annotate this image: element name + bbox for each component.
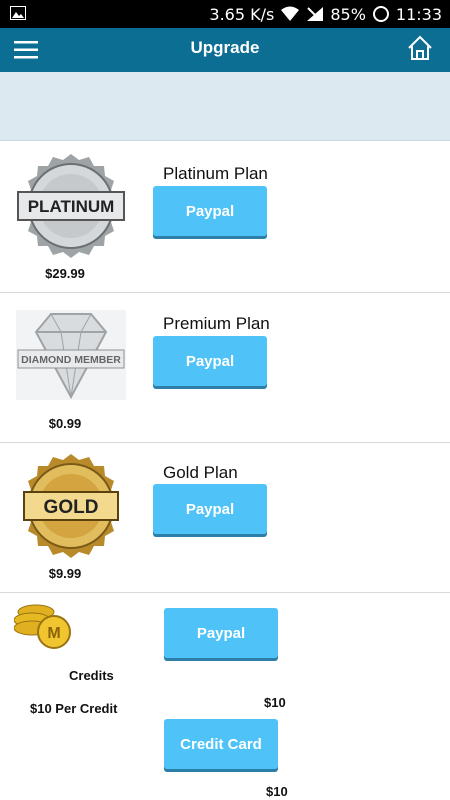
plan-price: $9.99 bbox=[48, 566, 82, 581]
signal-icon bbox=[307, 7, 324, 21]
badge-text: GOLD bbox=[44, 497, 99, 518]
image-notification-icon bbox=[10, 6, 26, 20]
network-speed: 3.65 K/s bbox=[209, 4, 275, 24]
plan-name: Platinum Plan bbox=[163, 164, 268, 183]
paypal-button[interactable]: Paypal bbox=[153, 484, 267, 534]
paypal-button[interactable]: Paypal bbox=[153, 336, 267, 386]
status-bar: 3.65 K/s 85% 11:33 bbox=[0, 0, 450, 28]
plan-price: $29.99 bbox=[45, 266, 85, 281]
plan-name: Gold Plan bbox=[163, 463, 238, 482]
app-bar: Upgrade bbox=[0, 28, 450, 72]
paypal-button[interactable]: Paypal bbox=[164, 608, 278, 658]
gold-badge-icon: GOLD bbox=[23, 454, 119, 558]
credit-card-button[interactable]: Credit Card bbox=[164, 719, 278, 769]
banner-area bbox=[0, 72, 450, 141]
paypal-price: $10 bbox=[264, 695, 286, 710]
plan-name: Premium Plan bbox=[163, 314, 270, 333]
diamond-member-badge-icon: DIAMOND MEMBER bbox=[16, 310, 126, 400]
credits-label: Credits bbox=[69, 668, 114, 683]
badge-text: PLATINUM bbox=[28, 197, 115, 216]
badge-text: DIAMOND MEMBER bbox=[21, 354, 121, 366]
credits-rate: $10 Per Credit bbox=[30, 701, 118, 716]
plan-row-gold: GOLD $9.99 Gold Plan Paypal bbox=[0, 442, 450, 593]
credit-card-price: $10 bbox=[266, 784, 288, 799]
paypal-button[interactable]: Paypal bbox=[153, 186, 267, 236]
coins-icon: M bbox=[14, 604, 71, 649]
platinum-badge-icon: PLATINUM bbox=[17, 154, 125, 258]
wifi-icon bbox=[281, 6, 300, 21]
page-title: Upgrade bbox=[190, 38, 260, 57]
clock: 11:33 bbox=[395, 4, 442, 24]
battery-icon bbox=[372, 6, 389, 22]
credits-section: M Credits $10 Per Credit Paypal $10 Cred… bbox=[0, 592, 450, 800]
battery-percent: 85% bbox=[330, 4, 366, 24]
plan-row-platinum: PLATINUM $29.99 Platinum Plan Paypal bbox=[0, 142, 450, 293]
plan-row-premium: DIAMOND MEMBER $0.99 Premium Plan Paypal bbox=[0, 292, 450, 443]
svg-text:M: M bbox=[47, 625, 60, 642]
home-icon[interactable] bbox=[406, 34, 434, 62]
plan-price: $0.99 bbox=[48, 416, 82, 431]
